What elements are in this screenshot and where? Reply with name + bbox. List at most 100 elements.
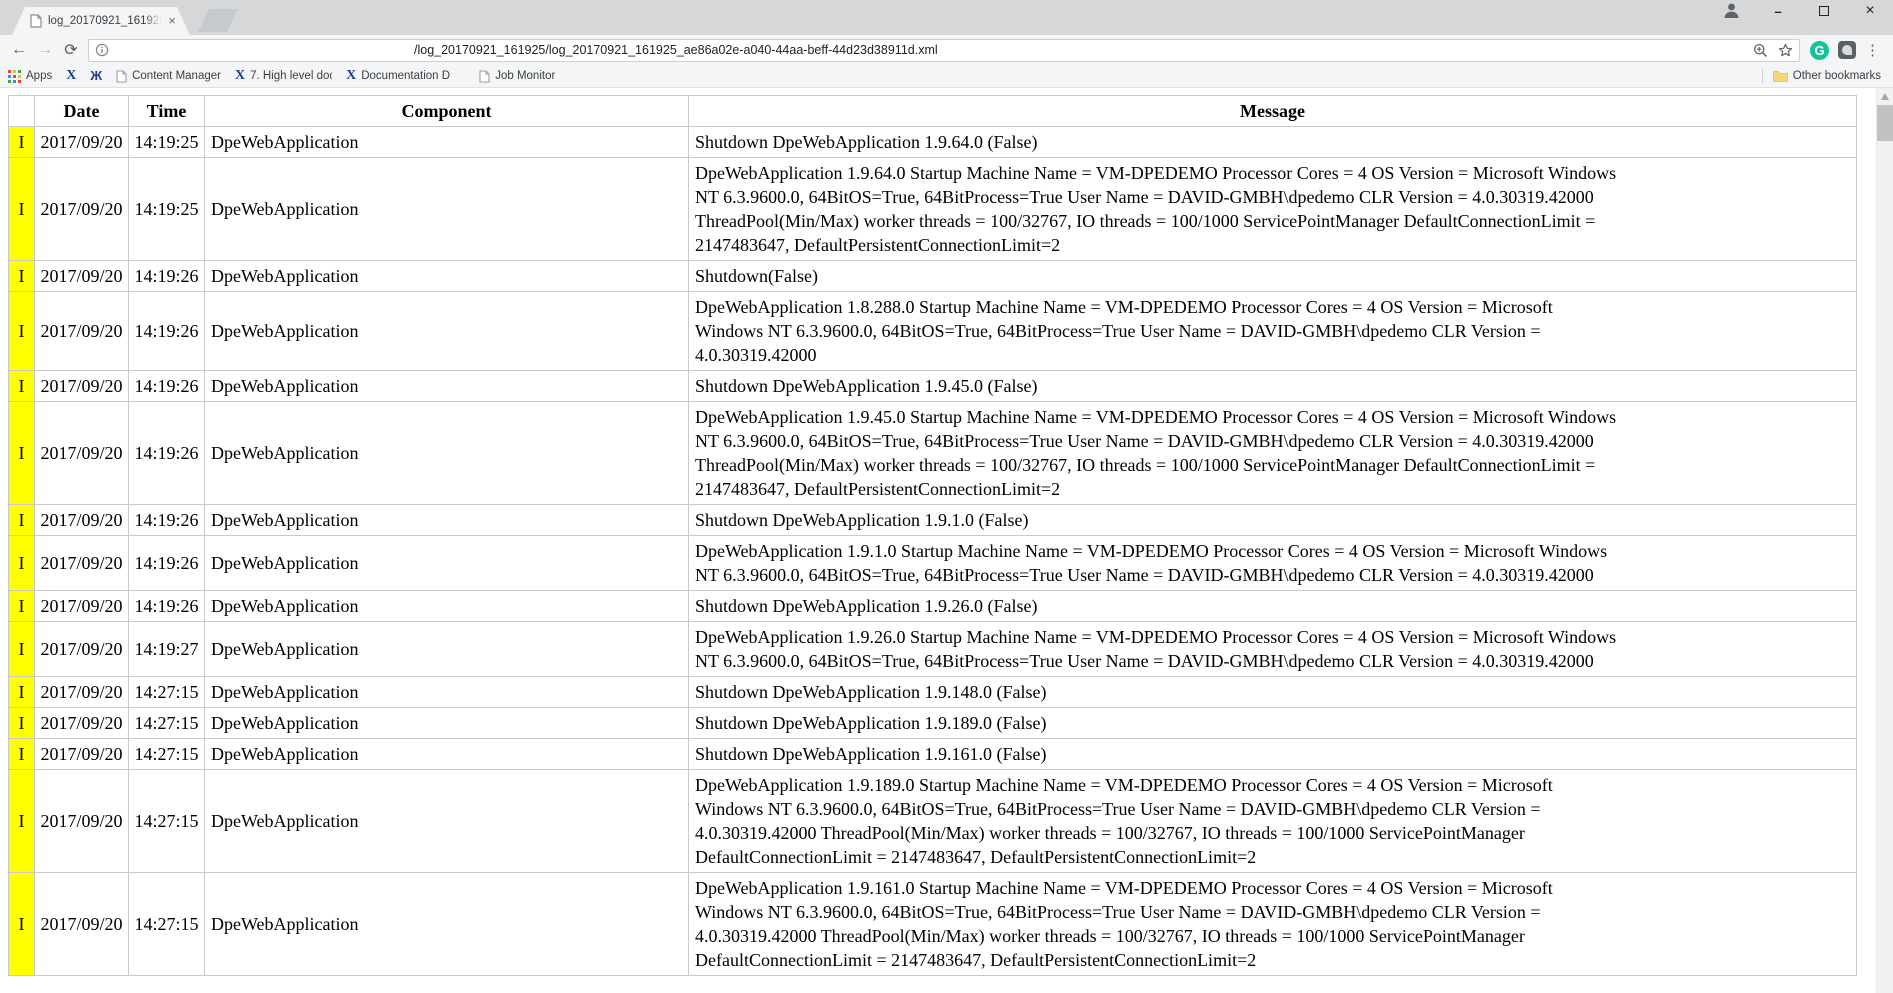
log-time: 14:19:26 (129, 261, 205, 292)
address-bar[interactable]: /log_20170921_161925/log_20170921_161925… (88, 39, 1800, 62)
log-table-body: I 2017/09/20 14:19:25 DpeWebApplication … (9, 127, 1857, 976)
new-tab-button[interactable] (198, 9, 238, 32)
log-component: DpeWebApplication (205, 158, 689, 261)
date-column-header: Date (35, 96, 129, 127)
level-badge: I (9, 739, 35, 770)
log-component: DpeWebApplication (205, 536, 689, 591)
reload-button[interactable]: ⟳ (58, 40, 84, 60)
log-component: DpeWebApplication (205, 739, 689, 770)
extension-icon[interactable] (1838, 41, 1856, 59)
window-minimize-button[interactable]: – (1755, 4, 1801, 19)
log-time: 14:19:26 (129, 371, 205, 402)
window-close-button[interactable]: × (1847, 2, 1893, 20)
log-component: DpeWebApplication (205, 402, 689, 505)
log-component: DpeWebApplication (205, 127, 689, 158)
log-message: Shutdown DpeWebApplication 1.9.1.0 (Fals… (689, 505, 1857, 536)
bookmark-label: 7. High level docume (250, 70, 332, 83)
log-date: 2017/09/20 (35, 505, 129, 536)
log-date: 2017/09/20 (35, 371, 129, 402)
browser-menu-icon[interactable]: ⋮ (1865, 41, 1879, 59)
level-badge: I (9, 158, 35, 261)
x-logo-icon: X (235, 69, 245, 83)
table-row: I 2017/09/20 14:27:15 DpeWebApplication … (9, 708, 1857, 739)
bookmark-label: Content Manager (132, 70, 221, 83)
other-bookmarks-button[interactable]: Other bookmarks (1773, 70, 1881, 83)
document-favicon-icon (30, 14, 42, 28)
navigation-bar: ← → ⟳ /log_20170921_161925/log_20170921_… (0, 35, 1893, 65)
apps-shortcut[interactable]: Apps (8, 70, 52, 83)
page-info-icon[interactable] (95, 43, 109, 57)
bookmark-star-icon[interactable] (1778, 43, 1793, 58)
bookmark-job-monitor[interactable]: Job Monitor (479, 70, 555, 83)
url-text: /log_20170921_161925/log_20170921_161925… (109, 43, 1753, 57)
vertical-scrollbar[interactable] (1876, 88, 1893, 993)
log-date: 2017/09/20 (35, 708, 129, 739)
log-component: DpeWebApplication (205, 770, 689, 873)
component-column-header: Component (205, 96, 689, 127)
log-time: 14:19:27 (129, 622, 205, 677)
log-component: DpeWebApplication (205, 591, 689, 622)
zoom-level-icon[interactable] (1753, 43, 1768, 58)
log-message: Shutdown DpeWebApplication 1.9.64.0 (Fal… (689, 127, 1857, 158)
time-column-header: Time (129, 96, 205, 127)
level-badge: I (9, 127, 35, 158)
window-maximize-button[interactable] (1801, 4, 1847, 19)
log-time: 14:27:15 (129, 708, 205, 739)
log-time: 14:19:26 (129, 591, 205, 622)
level-badge: I (9, 708, 35, 739)
forward-button[interactable]: → (32, 41, 58, 59)
log-message: Shutdown DpeWebApplication 1.9.45.0 (Fal… (689, 371, 1857, 402)
browser-tab[interactable]: log_20170921_161925_ae × (12, 7, 190, 35)
bookmark-label: Job Monitor (495, 70, 555, 83)
bookmark-content-manager[interactable]: Content Manager (116, 70, 221, 83)
table-row: I 2017/09/20 14:27:15 DpeWebApplication … (9, 739, 1857, 770)
bookmarks-bar: Apps X Ж Content Manager X 7. High level… (0, 65, 1893, 88)
log-table: Date Time Component Message I 2017/09/20… (8, 95, 1857, 976)
level-badge: I (9, 371, 35, 402)
page-icon (116, 70, 127, 83)
bookmark-x-logo[interactable]: X (66, 69, 76, 83)
other-bookmarks-label: Other bookmarks (1793, 70, 1881, 83)
table-row: I 2017/09/20 14:19:25 DpeWebApplication … (9, 158, 1857, 261)
table-row: I 2017/09/20 14:27:15 DpeWebApplication … (9, 873, 1857, 976)
table-row: I 2017/09/20 14:19:26 DpeWebApplication … (9, 536, 1857, 591)
table-row: I 2017/09/20 14:19:26 DpeWebApplication … (9, 261, 1857, 292)
bookmark-crown-logo[interactable]: Ж (90, 69, 102, 83)
profile-icon[interactable] (1722, 1, 1741, 20)
level-badge: I (9, 677, 35, 708)
log-message: DpeWebApplication 1.9.45.0 Startup Machi… (689, 402, 1857, 505)
page-icon (479, 70, 490, 83)
grammarly-extension-icon[interactable]: G (1810, 41, 1829, 60)
log-time: 14:19:26 (129, 536, 205, 591)
back-button[interactable]: ← (6, 41, 32, 59)
bookmark-high-level-document[interactable]: X 7. High level docume (235, 69, 332, 83)
level-badge: I (9, 292, 35, 371)
scrollbar-up-arrow-icon[interactable] (1881, 93, 1889, 100)
log-date: 2017/09/20 (35, 127, 129, 158)
table-row: I 2017/09/20 14:19:26 DpeWebApplication … (9, 292, 1857, 371)
log-time: 14:27:15 (129, 873, 205, 976)
log-message: DpeWebApplication 1.9.189.0 Startup Mach… (689, 770, 1857, 873)
log-time: 14:19:26 (129, 292, 205, 371)
bookmark-documentation-dpe[interactable]: X Documentation DPE (346, 69, 451, 83)
crown-logo-icon: Ж (90, 69, 102, 83)
log-component: DpeWebApplication (205, 261, 689, 292)
table-row: I 2017/09/20 14:19:27 DpeWebApplication … (9, 622, 1857, 677)
log-message: Shutdown DpeWebApplication 1.9.189.0 (Fa… (689, 708, 1857, 739)
level-badge: I (9, 770, 35, 873)
log-date: 2017/09/20 (35, 739, 129, 770)
browser-frame: log_20170921_161925_ae × – × (0, 0, 1893, 35)
folder-icon (1773, 70, 1788, 82)
tab-close-icon[interactable]: × (168, 14, 176, 28)
log-date: 2017/09/20 (35, 402, 129, 505)
log-time: 14:19:26 (129, 505, 205, 536)
table-row: I 2017/09/20 14:19:26 DpeWebApplication … (9, 371, 1857, 402)
bookmarks-separator (1762, 69, 1763, 83)
log-date: 2017/09/20 (35, 261, 129, 292)
level-badge: I (9, 591, 35, 622)
log-message: Shutdown DpeWebApplication 1.9.26.0 (Fal… (689, 591, 1857, 622)
apps-grid-icon (8, 70, 21, 83)
log-date: 2017/09/20 (35, 677, 129, 708)
scrollbar-thumb[interactable] (1877, 105, 1893, 141)
apps-label: Apps (26, 70, 52, 83)
